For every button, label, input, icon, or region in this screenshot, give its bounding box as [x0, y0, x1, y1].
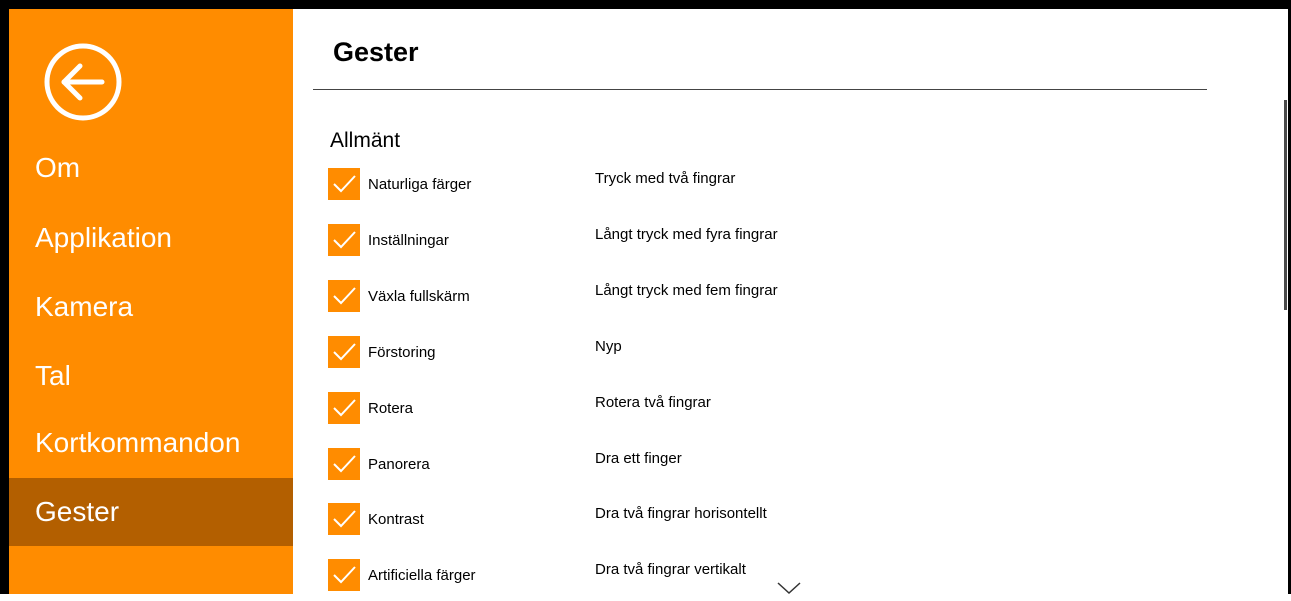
gesture-label: Inställningar [368, 232, 449, 249]
gesture-checkbox[interactable] [328, 448, 360, 480]
gesture-label: Panorera [368, 456, 430, 473]
sidebar-item-applikation[interactable]: Applikation [9, 204, 293, 272]
gesture-description: Dra två fingrar horisontellt [595, 505, 767, 522]
gesture-label: Artificiella färger [368, 567, 476, 584]
scrollbar[interactable] [1284, 100, 1287, 310]
gesture-description: Dra två fingrar vertikalt [595, 561, 746, 578]
gesture-checkbox[interactable] [328, 392, 360, 424]
sidebar-item-kamera[interactable]: Kamera [9, 273, 293, 341]
page-title: Gester [333, 37, 419, 67]
gesture-description: Nyp [595, 338, 622, 355]
gesture-label: Rotera [368, 400, 414, 417]
checkmark-icon [333, 399, 356, 417]
back-arrow-circle-icon [44, 43, 122, 121]
gesture-label: Naturliga färger [368, 176, 472, 193]
gesture-checkbox[interactable] [328, 280, 360, 312]
checkmark-icon [333, 231, 356, 249]
gesture-description: Tryck med två fingrar [595, 170, 736, 187]
checkmark-icon [333, 566, 356, 584]
sidebar-item-label: Kortkommandon [35, 427, 241, 458]
sidebar: Om Applikation Kamera Tal Kortkommandon … [9, 9, 293, 594]
gesture-row-installningar: Inställningar Långt tryck med fyra fingr… [328, 224, 1028, 258]
gesture-label: Kontrast [368, 511, 424, 528]
checkmark-icon [333, 343, 356, 361]
checkmark-icon [333, 510, 356, 528]
gesture-row-naturliga-farger: Naturliga färger Tryck med två fingrar [328, 168, 1028, 202]
sidebar-item-label: Kamera [35, 291, 134, 322]
sidebar-item-label: Om [35, 152, 81, 183]
sidebar-item-label: Tal [35, 360, 71, 391]
gesture-checkbox[interactable] [328, 503, 360, 535]
gesture-checkbox[interactable] [328, 224, 360, 256]
gesture-description: Långt tryck med fem fingrar [595, 282, 778, 299]
window-border-top [0, 0, 1291, 9]
sidebar-item-tal[interactable]: Tal [9, 342, 293, 410]
gesture-description: Dra ett finger [595, 450, 682, 467]
title-divider [313, 89, 1207, 90]
section-header: Allmänt [330, 129, 401, 152]
settings-window: Om Applikation Kamera Tal Kortkommandon … [0, 0, 1291, 595]
sidebar-item-label: Applikation [35, 222, 172, 253]
gesture-label: Förstoring [368, 344, 436, 361]
gesture-row-rotera: Rotera Rotera två fingrar [328, 392, 1028, 426]
back-button[interactable] [40, 39, 126, 125]
sidebar-item-om[interactable]: Om [9, 134, 293, 202]
gesture-checkbox[interactable] [328, 559, 360, 591]
gesture-checkbox[interactable] [328, 168, 360, 200]
checkmark-icon [333, 175, 356, 193]
gesture-row-artificiella-farger: Artificiella färger Dra två fingrar vert… [328, 559, 1028, 593]
gesture-description: Rotera två fingrar [595, 394, 711, 411]
sidebar-item-gester[interactable]: Gester [9, 478, 293, 546]
gesture-row-vaxla-fullskarm: Växla fullskärm Långt tryck med fem fing… [328, 280, 1028, 314]
checkmark-icon [333, 455, 356, 473]
sidebar-item-kortkommandon[interactable]: Kortkommandon [9, 409, 293, 477]
gesture-description: Långt tryck med fyra fingrar [595, 226, 778, 243]
gesture-checkbox[interactable] [328, 336, 360, 368]
sidebar-item-label: Gester [35, 496, 120, 527]
gesture-row-kontrast: Kontrast Dra två fingrar horisontellt [328, 503, 1028, 537]
gesture-row-panorera: Panorera Dra ett finger [328, 448, 1028, 482]
checkmark-icon [333, 287, 356, 305]
main-panel: Gester Allmänt Naturliga färger Tryck me… [293, 9, 1288, 595]
window-border-left [0, 0, 9, 594]
gesture-row-forstoring: Förstoring Nyp [328, 336, 1028, 370]
gesture-label: Växla fullskärm [368, 288, 470, 305]
